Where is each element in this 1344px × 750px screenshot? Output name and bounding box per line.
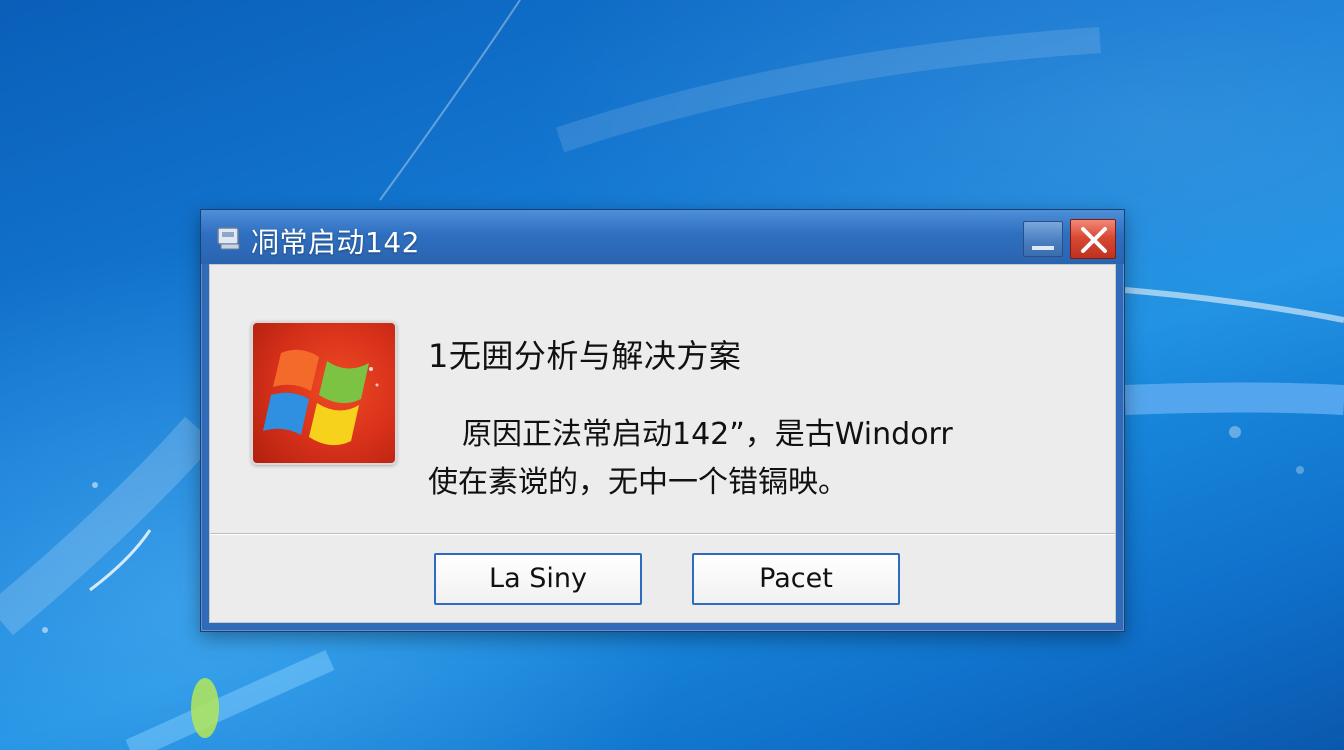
minimize-icon xyxy=(1032,246,1054,250)
minimize-button[interactable] xyxy=(1023,221,1063,257)
button-separator xyxy=(210,533,1115,534)
dialog-titlebar[interactable]: 㓊常启动142 xyxy=(201,210,1124,264)
system-icon xyxy=(215,225,245,251)
dialog-title: 㓊常启动142 xyxy=(251,226,420,259)
close-button[interactable] xyxy=(1070,219,1116,259)
pacet-button[interactable]: Pacet xyxy=(692,553,900,605)
close-icon xyxy=(1081,227,1107,253)
dialog-content: 1无囲分析与解决方案 原因正法常启动142”，是古Windorr 使在素谠的，无… xyxy=(209,264,1116,623)
dialog-message-line-2: 使在素谠的，无中一个错镉映。 xyxy=(428,465,848,500)
dialog-message-line-1: 原因正法常启动142”，是古Windorr xyxy=(462,417,953,452)
error-dialog: 㓊常启动142 1无囲分析与解决方案 原因正法常启动142”，是古Windorr… xyxy=(200,209,1125,632)
windows-logo-icon xyxy=(251,321,397,465)
dialog-heading: 1无囲分析与解决方案 xyxy=(428,337,742,375)
la-siny-button[interactable]: La Siny xyxy=(434,553,642,605)
